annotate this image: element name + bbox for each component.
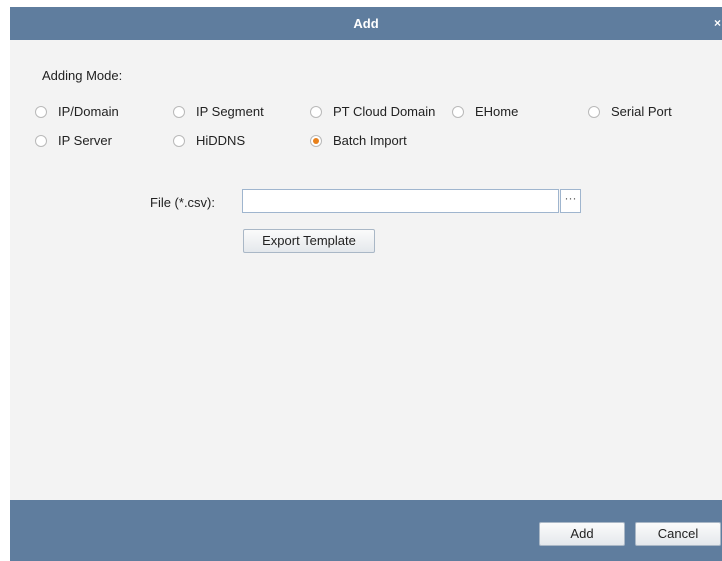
radio-circle-icon bbox=[452, 106, 464, 118]
file-path-input[interactable] bbox=[242, 189, 559, 213]
radio-circle-icon bbox=[35, 106, 47, 118]
close-icon[interactable]: × bbox=[714, 7, 722, 40]
add-device-dialog: Add × Adding Mode: IP/Domain IP Segment … bbox=[10, 7, 722, 561]
radio-selected-icon bbox=[310, 135, 322, 147]
radio-circle-icon bbox=[35, 135, 47, 147]
radio-label: IP/Domain bbox=[58, 104, 119, 119]
title-bar: Add × bbox=[10, 7, 722, 40]
radio-label: EHome bbox=[475, 104, 519, 119]
cancel-button[interactable]: Cancel bbox=[635, 522, 721, 546]
dialog-title: Add bbox=[353, 16, 379, 31]
radio-label: HiDDNS bbox=[196, 133, 246, 148]
radio-circle-icon bbox=[588, 106, 600, 118]
radio-circle-icon bbox=[173, 106, 185, 118]
radio-circle-icon bbox=[310, 106, 322, 118]
file-csv-label: File (*.csv): bbox=[150, 195, 215, 210]
adding-mode-label: Adding Mode: bbox=[42, 68, 123, 83]
radio-label: IP Segment bbox=[196, 104, 264, 119]
browse-file-button[interactable]: ··· bbox=[560, 189, 581, 213]
radio-circle-icon bbox=[173, 135, 185, 147]
radio-label: Serial Port bbox=[611, 104, 672, 119]
export-template-button[interactable]: Export Template bbox=[243, 229, 375, 253]
add-button[interactable]: Add bbox=[539, 522, 625, 546]
radio-label: PT Cloud Domain bbox=[333, 104, 436, 119]
radio-label: IP Server bbox=[58, 133, 112, 148]
radio-label: Batch Import bbox=[333, 133, 407, 148]
